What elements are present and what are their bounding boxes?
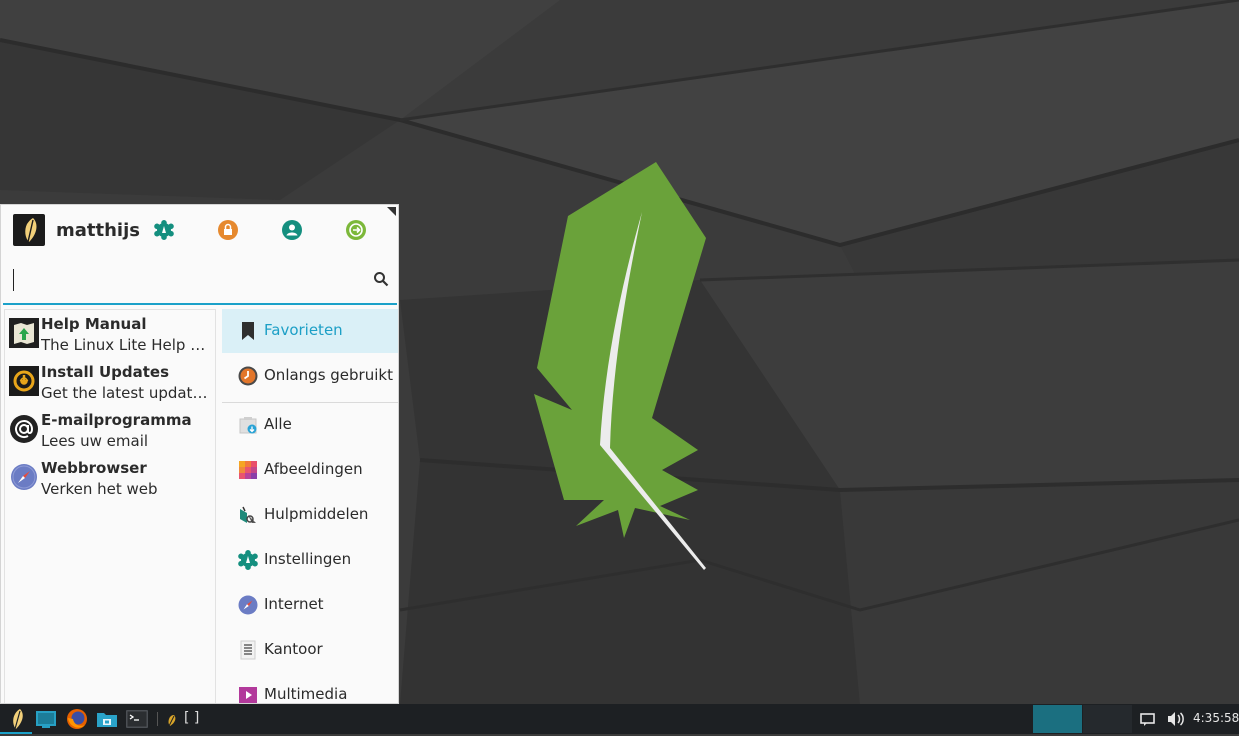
desktop-icon [36,711,56,728]
list-item-description: Lees uw email [41,432,149,450]
install-updates-icon [9,366,39,396]
category-instellingen[interactable]: Instellingen [222,538,398,582]
list-item-description: The Linux Lite Help & Support [41,336,215,354]
category-favorieten[interactable]: Favorieten [222,309,398,353]
graphics-icon [239,461,257,479]
file-manager-icon [97,713,117,727]
menu-header: matthijs [1,205,398,253]
help-manual-icon [9,318,39,348]
category-label: Instellingen [264,550,352,568]
search-icon [374,272,389,287]
separator [157,712,158,726]
category-alle[interactable]: Alle [222,403,398,447]
username: matthijs [56,220,140,241]
text-cursor [13,269,14,291]
search-bar[interactable] [3,265,397,305]
category-kantoor[interactable]: Kantoor [222,628,398,672]
category-label: Internet [264,595,324,613]
all-apps-icon [239,417,257,434]
internet-icon [238,595,258,615]
terminal-launcher[interactable] [124,706,150,732]
bookmark-icon [242,322,254,340]
favorites-list: Help Manual The Linux Lite Help & Suppor… [4,309,217,703]
category-afbeeldingen[interactable]: Afbeeldingen [222,448,398,492]
whisker-menu-task-icon [168,715,176,727]
volume-button[interactable] [1163,706,1189,732]
task-button[interactable] [160,706,186,732]
whisker-menu-button[interactable] [3,706,29,732]
category-label: Hulpmiddelen [264,505,369,523]
settings-icon[interactable] [154,220,174,240]
firefox-launcher[interactable] [64,706,90,732]
list-item-help-manual[interactable]: Help Manual The Linux Lite Help & Suppor… [5,314,217,362]
notification-icon [1140,713,1155,726]
workspace-1[interactable] [1033,705,1082,733]
list-item-description: Verken het web [41,480,158,498]
logout-icon[interactable] [346,220,366,240]
task-button-label: [ ] [184,710,200,726]
application-menu: matthijs Help Manual The Linux Lite Help… [0,204,399,704]
taskbar: [ ] 4:35:58 [0,704,1239,734]
settings-icon [238,550,258,570]
list-item-install-updates[interactable]: Install Updates Get the latest updates f… [5,362,217,410]
category-onlangs-gebruikt[interactable]: Onlangs gebruikt [222,354,398,398]
firefox-icon [67,709,87,729]
category-label: Multimedia [264,685,348,703]
feather-avatar-icon [25,218,37,243]
file-manager-launcher[interactable] [94,706,120,732]
list-item-title: Webbrowser [41,459,147,477]
recent-icon [238,366,258,386]
category-internet[interactable]: Internet [222,583,398,627]
linux-lite-feather-logo [534,162,706,570]
lock-icon[interactable] [218,220,238,240]
web-browser-icon [11,464,37,490]
list-item-webbrowser[interactable]: Webbrowser Verken het web [5,458,217,506]
clock[interactable]: 4:35:58 [1193,711,1239,725]
multimedia-icon [239,687,257,703]
list-item-email[interactable]: E-mailprogramma Lees uw email [5,410,217,458]
volume-icon [1168,712,1184,726]
category-multimedia[interactable]: Multimedia [222,673,398,703]
avatar [13,214,45,246]
list-item-description: Get the latest updates for your system [41,384,215,402]
workspace-2[interactable] [1083,705,1132,733]
list-item-title: Help Manual [41,315,147,333]
category-label: Afbeeldingen [264,460,363,478]
office-icon [240,640,256,660]
category-label: Favorieten [264,321,343,339]
category-label: Kantoor [264,640,323,658]
show-desktop-button[interactable] [33,706,59,732]
accessories-icon [240,506,256,523]
notification-button[interactable] [1135,706,1161,732]
user-icon[interactable] [282,220,302,240]
whisker-menu-icon [13,709,23,730]
list-item-title: Install Updates [41,363,170,381]
category-label: Onlangs gebruikt [264,366,393,384]
category-label: Alle [264,415,292,433]
email-icon [10,415,38,443]
category-list: Favorieten Onlangs gebruikt Alle Afbeeld… [222,309,398,703]
category-hulpmiddelen[interactable]: Hulpmiddelen [222,493,398,537]
terminal-icon [126,710,148,728]
list-item-title: E-mailprogramma [41,411,192,429]
search-input[interactable] [17,269,361,293]
